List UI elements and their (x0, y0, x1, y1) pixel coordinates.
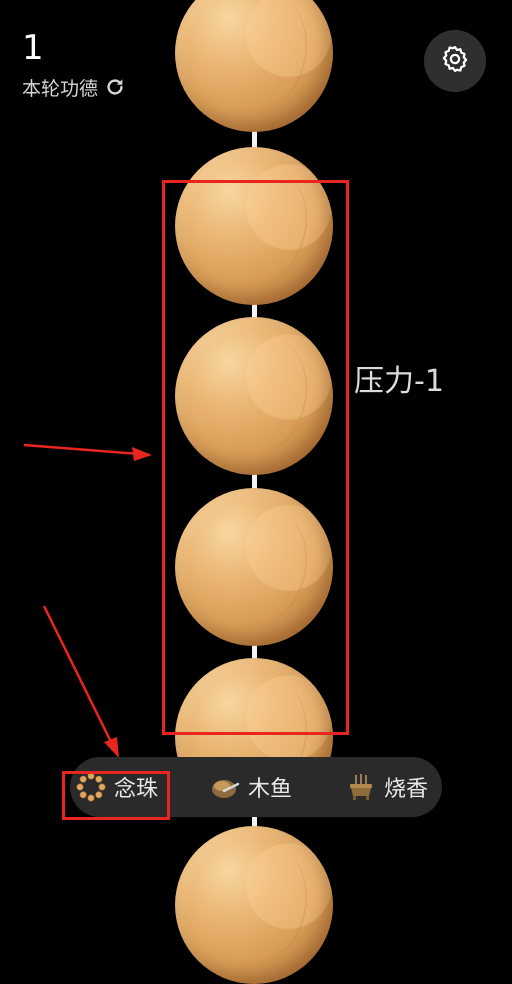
highlight-box-beads (162, 180, 349, 735)
prayer-bead[interactable] (175, 826, 333, 984)
arrow-to-tab (42, 605, 119, 758)
gear-icon (440, 44, 470, 78)
tab-incense[interactable]: 烧香 (346, 757, 428, 817)
settings-button[interactable] (424, 30, 486, 92)
refresh-icon[interactable] (104, 76, 126, 98)
arrow-to-beads (23, 443, 152, 461)
tab-wooden-fish-label: 木鱼 (248, 777, 293, 802)
round-merit-text: 本轮功德 (22, 77, 99, 100)
wooden-fish-icon (210, 772, 240, 802)
annotation-label: 压力-1 (354, 364, 444, 399)
round-merit-label: 本轮功德 (22, 76, 126, 100)
tab-incense-label: 烧香 (384, 777, 429, 802)
merit-counter: 1 (22, 28, 44, 68)
prayer-bead[interactable] (175, 0, 333, 132)
highlight-box-tab (62, 771, 170, 820)
tab-wooden-fish[interactable]: 木鱼 (210, 757, 292, 817)
incense-burner-icon (346, 772, 376, 802)
